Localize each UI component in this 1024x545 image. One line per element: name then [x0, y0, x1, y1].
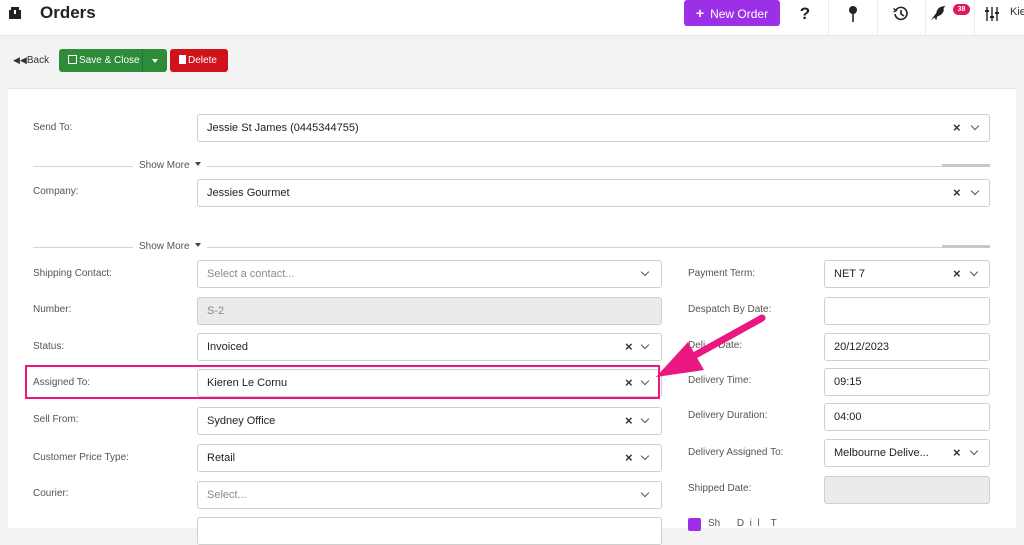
annotation-arrow-icon	[656, 314, 766, 377]
